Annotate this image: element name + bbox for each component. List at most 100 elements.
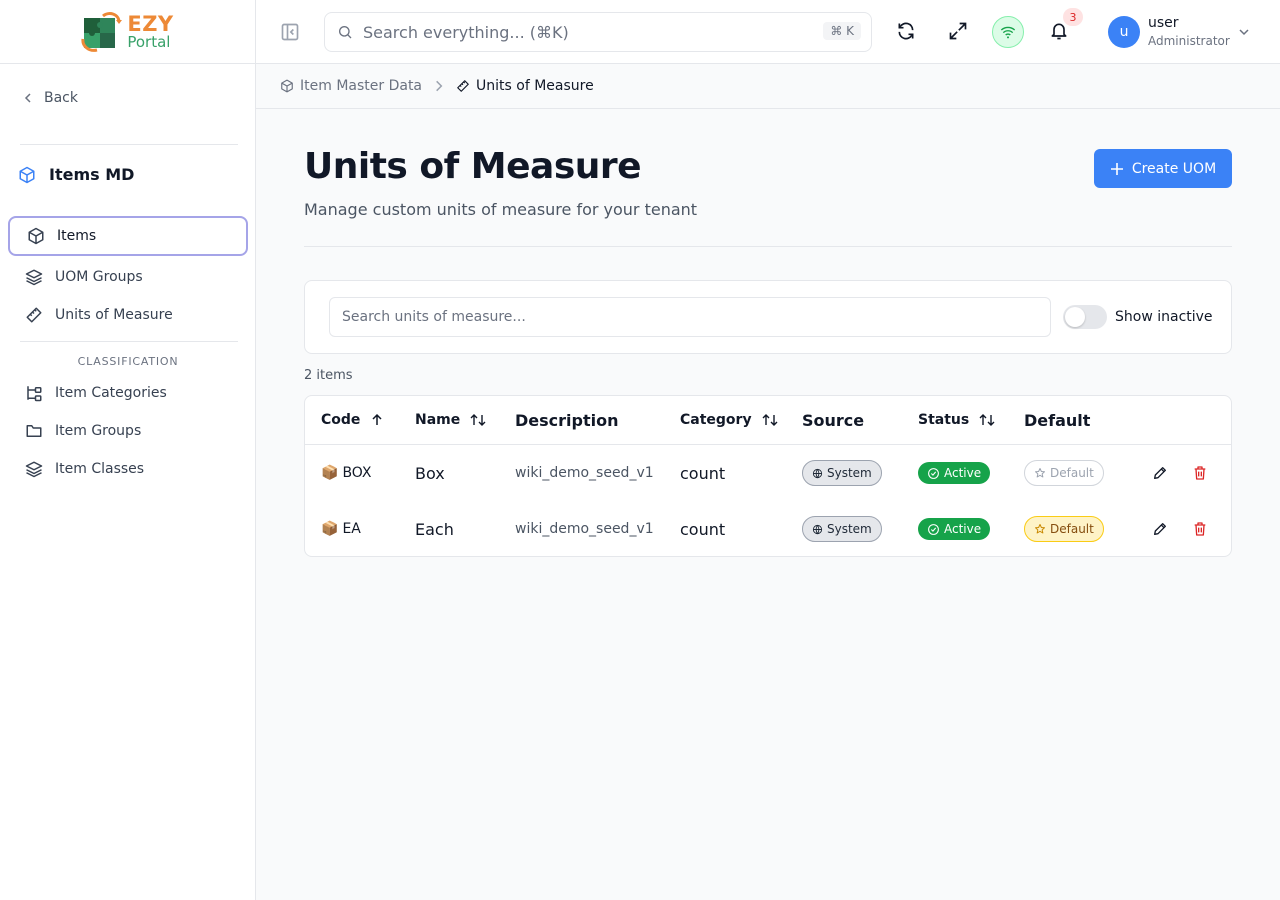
sidebar-item-item-classes[interactable]: Item Classes [8,449,248,489]
column-header-default: Default [1024,396,1090,444]
global-search-input[interactable]: Search everything... (⌘K) ⌘ K [324,12,872,52]
cell-source: System [802,501,882,557]
column-header-label: Status [918,412,970,428]
pencil-icon [1154,467,1166,479]
cell-status: Active [918,501,991,557]
star-icon [1035,468,1045,478]
fullscreen-button[interactable] [948,20,968,42]
column-header-status[interactable]: Status [918,396,995,444]
breadcrumb-item-parent[interactable]: Item Master Data [280,78,422,94]
code-value: BOX [342,465,372,481]
module-title: Items MD [18,165,134,184]
uom-table: Code Name Description Category Source St… [304,395,1232,557]
column-header-description: Description [515,396,618,444]
cell-default: Default [1024,445,1104,501]
column-header-label: Description [515,410,619,430]
table-row[interactable]: 📦 EA Each wiki_demo_seed_v1 count System… [305,501,1231,557]
column-header-label: Code [321,412,361,428]
back-label: Back [44,90,78,106]
search-icon [339,26,352,39]
tree-icon [27,386,42,402]
breadcrumb: Item Master Data Units of Measure [256,64,1280,109]
breadcrumb-parent-label: Item Master Data [300,78,423,94]
ruler-icon [457,80,469,92]
delete-button[interactable] [1192,501,1208,557]
chevron-down-icon [1239,29,1249,36]
column-header-code[interactable]: Code [321,396,384,444]
shortcut-hint: ⌘ K [823,22,861,40]
sidebar-item-label: Units of Measure [55,307,173,323]
breadcrumb-current-label: Units of Measure [476,78,594,94]
brand-name-top: EZY [127,11,174,36]
source-label: System [827,466,872,480]
connection-status-button[interactable] [992,16,1024,48]
cell-description: wiki_demo_seed_v1 [515,521,654,537]
cell-category: count [680,463,726,483]
cell-category: count [680,519,726,539]
cell-default: Default [1024,501,1104,557]
edit-button[interactable] [1152,501,1168,557]
create-uom-button[interactable]: Create UOM [1094,149,1232,188]
edit-button[interactable] [1152,445,1168,501]
pencil-icon [1154,523,1166,535]
package-emoji-icon: 📦 [321,521,339,537]
cell-status: Active [918,445,991,501]
uom-search-input[interactable]: Search units of measure... [329,297,1051,337]
sidebar-item-item-groups[interactable]: Item Groups [8,411,248,451]
sidebar: EZY Portal Back Items MD Items UOM Group… [0,0,256,900]
wifi-icon [1000,26,1016,39]
trash-icon [1194,522,1206,536]
check-circle-icon [928,467,939,479]
sidebar-item-units-of-measure[interactable]: Units of Measure [8,295,248,335]
package-icon [281,79,293,93]
set-default-button[interactable]: Default [1024,460,1104,486]
uom-search-placeholder: Search units of measure... [342,309,526,325]
brand-logo[interactable]: EZY Portal [81,11,174,52]
panel-left-icon [281,23,299,41]
module-title-label: Items MD [49,165,135,184]
notification-count-badge: 3 [1063,8,1083,26]
delete-button[interactable] [1192,445,1208,501]
globe-icon [812,524,823,534]
show-inactive-toggle[interactable] [1063,305,1107,329]
default-label: Default [1050,466,1094,480]
refresh-button[interactable] [896,20,916,42]
page-title: Units of Measure [304,146,642,187]
sidebar-item-items[interactable]: Items [8,216,248,256]
cell-name: Each [415,519,454,539]
ruler-icon [26,307,42,323]
sidebar-toggle-button[interactable] [280,22,300,42]
plus-icon [1110,162,1123,175]
layers-icon [25,269,43,286]
divider [304,246,1232,247]
sidebar-item-label: Item Classes [55,461,145,477]
brand-name-bottom: Portal [127,32,171,51]
sidebar-item-label: Items [57,228,97,244]
column-header-source: Source [802,396,864,444]
column-header-category[interactable]: Category [680,396,778,444]
star-icon [1035,524,1045,534]
column-header-name[interactable]: Name [415,396,486,444]
table-row[interactable]: 📦 BOX Box wiki_demo_seed_v1 count System… [305,445,1231,501]
status-badge: Active [918,518,991,540]
sidebar-item-label: Item Groups [55,423,142,439]
package-icon [19,166,35,183]
sidebar-item-item-categories[interactable]: Item Categories [8,373,248,413]
user-menu-toggle[interactable] [1238,26,1250,38]
default-badge[interactable]: Default [1024,516,1104,542]
source-label: System [827,522,872,536]
column-header-label: Name [415,412,461,428]
user-name[interactable]: user [1148,15,1179,31]
show-inactive-label: Show inactive [1115,309,1213,325]
sidebar-item-uom-groups[interactable]: UOM Groups [8,257,248,297]
back-link[interactable]: Back [22,90,78,106]
avatar[interactable]: u [1108,16,1140,48]
chevron-left-icon [24,93,31,103]
status-label: Active [944,522,982,536]
item-count: 2 items [304,368,353,383]
puzzle-logo-icon [81,11,123,52]
sidebar-item-label: Item Categories [55,385,167,401]
trash-icon [1194,466,1206,480]
sidebar-item-label: UOM Groups [55,269,143,285]
status-label: Active [944,466,982,480]
